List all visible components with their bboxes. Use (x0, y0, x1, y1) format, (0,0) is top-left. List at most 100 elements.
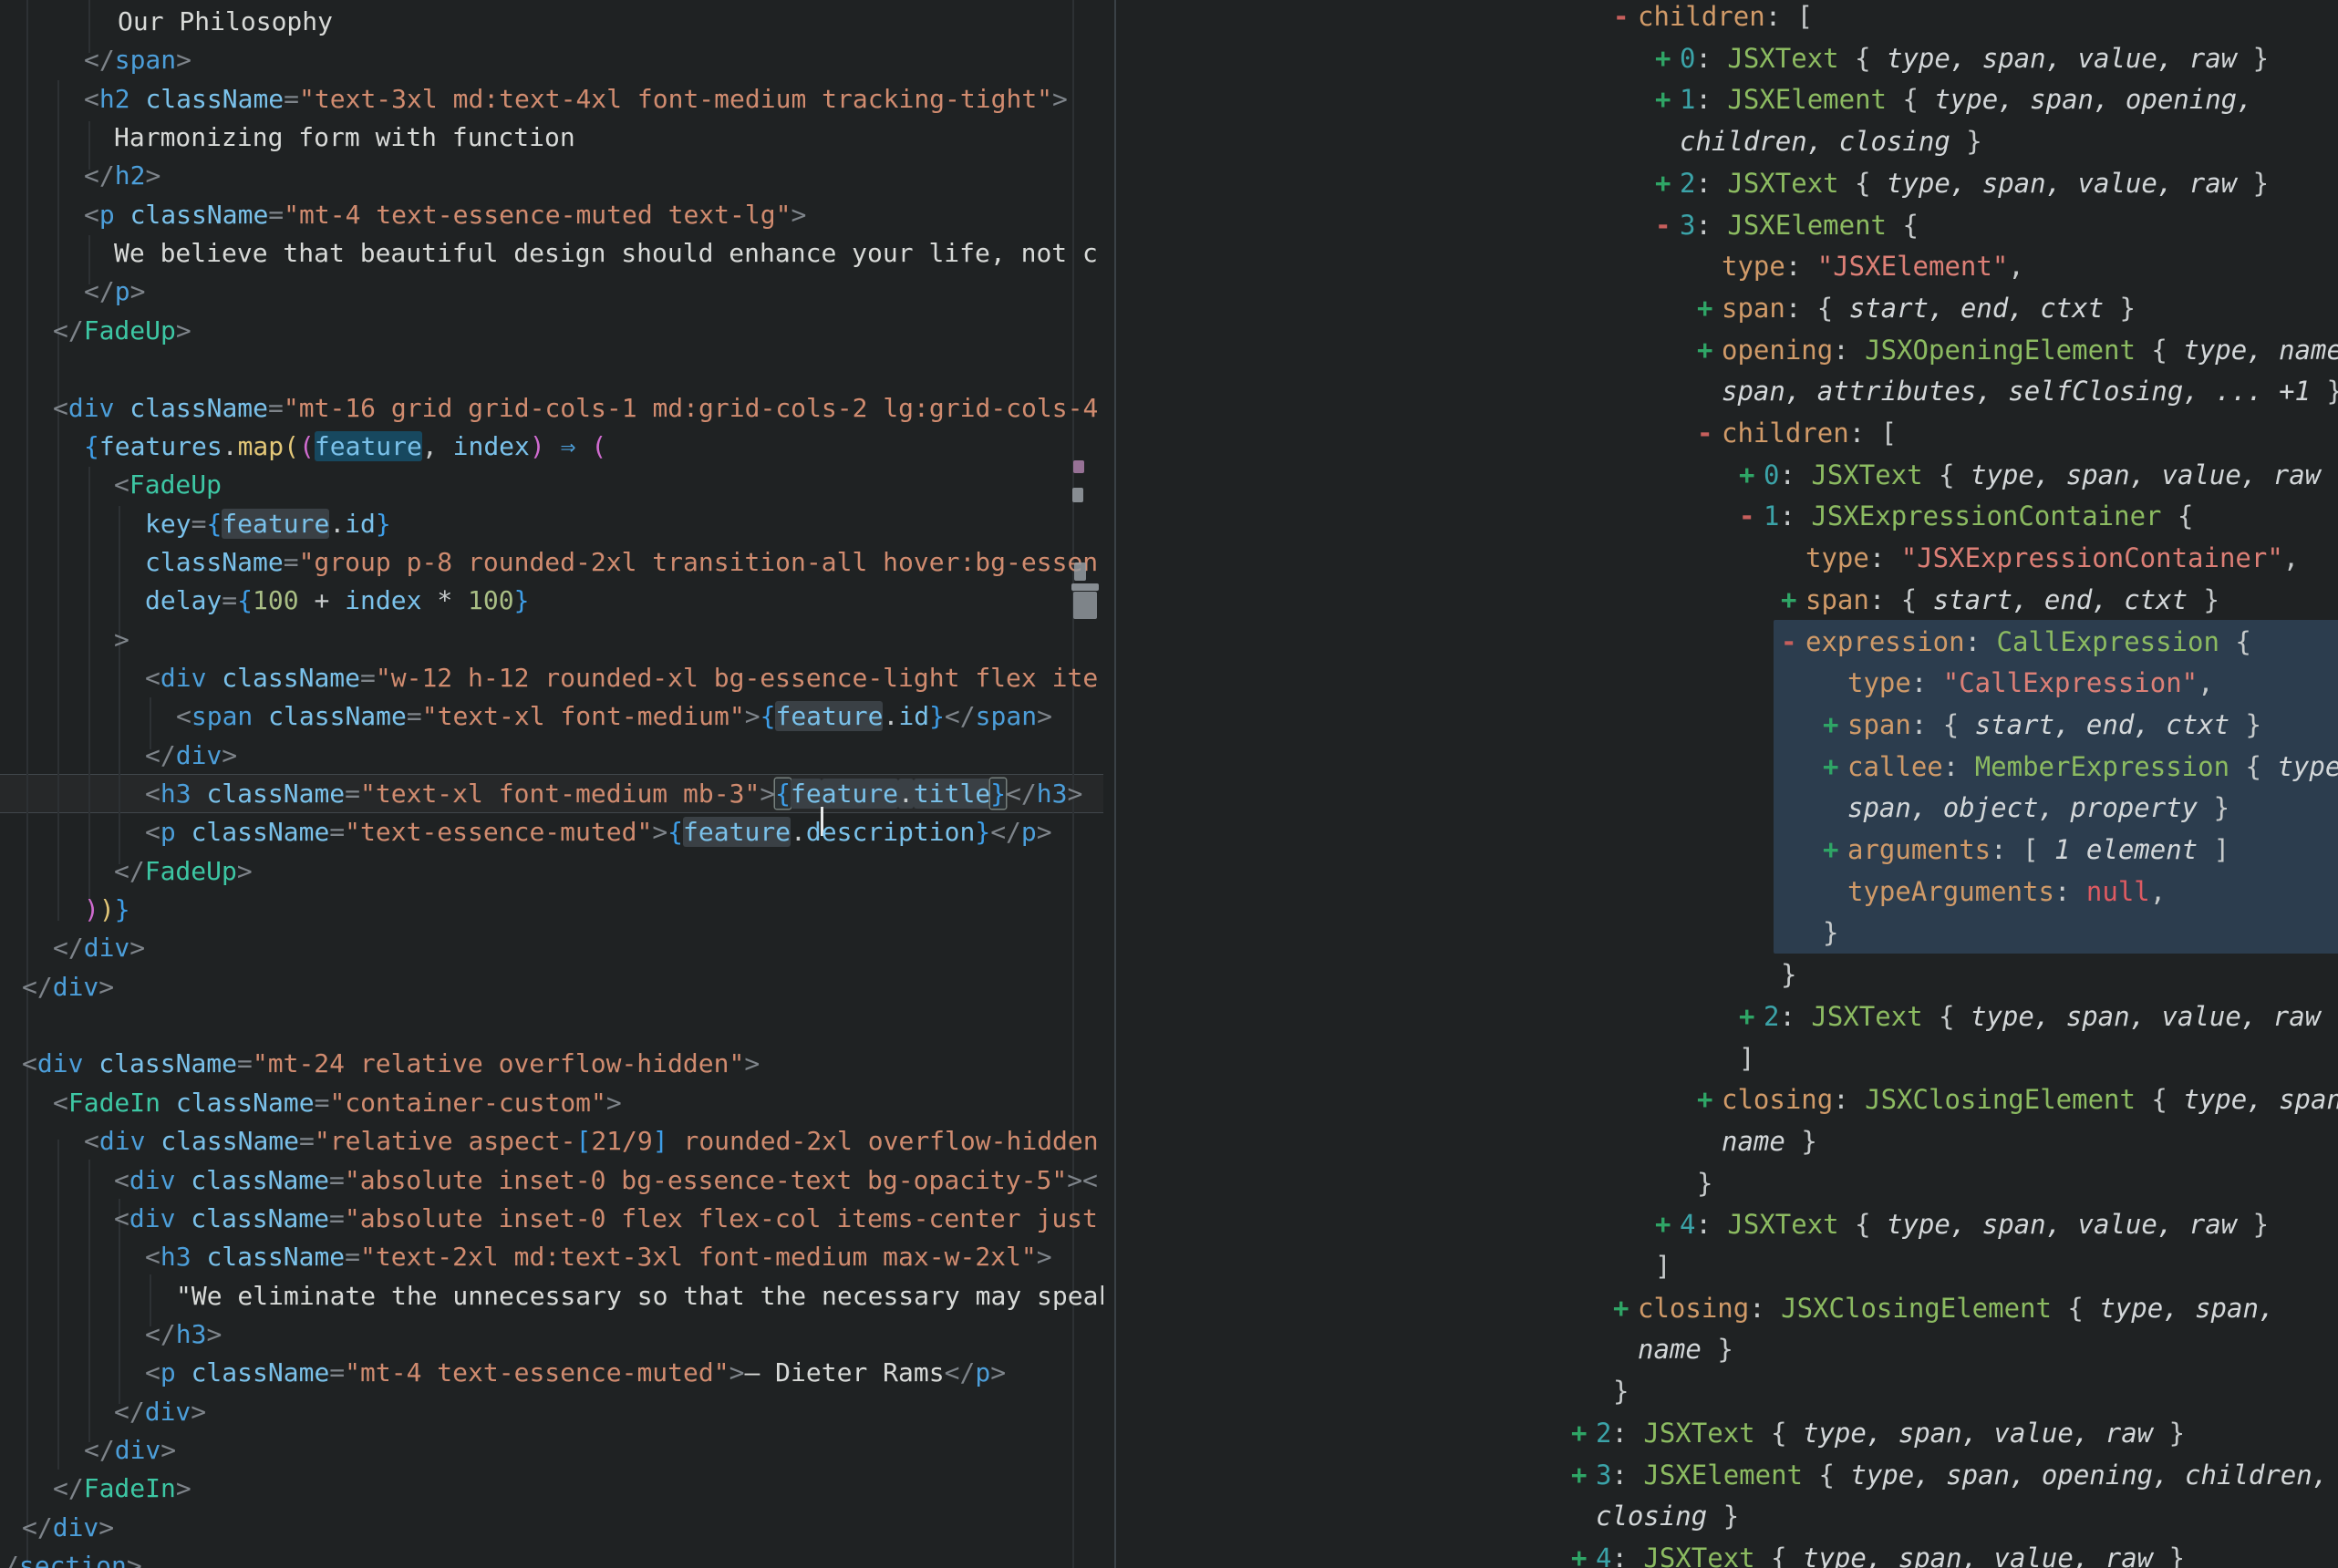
code-line[interactable]: <div className="absolute inset-0 bg-esse… (114, 1161, 1098, 1200)
code-line[interactable]: <p className="mt-4 text-essence-muted">—… (145, 1354, 1006, 1392)
expand-node-icon[interactable]: + (1655, 78, 1680, 120)
ast-tree-row[interactable]: +0: JSXText { type, span, value, raw } (1655, 37, 2269, 79)
code-line[interactable]: </div> (114, 1393, 206, 1431)
code-line[interactable]: We believe that beautiful design should … (114, 234, 1098, 273)
code-editor-pane[interactable]: Our Philosophy</span><h2 className="text… (0, 0, 1103, 1568)
ast-tree-row[interactable]: type: "CallExpression", (1847, 662, 2214, 704)
expand-node-icon[interactable]: + (1613, 1287, 1638, 1329)
code-line[interactable]: </FadeIn> (53, 1470, 191, 1508)
code-line[interactable]: <p className="mt-4 text-essence-muted te… (84, 196, 806, 234)
expand-node-icon[interactable]: + (1781, 579, 1805, 621)
ast-tree-row[interactable]: +closing: JSXClosingElement { type, span… (1697, 1078, 2338, 1120)
collapse-node-icon[interactable]: - (1655, 204, 1680, 246)
code-line[interactable]: <div className="mt-16 grid grid-cols-1 m… (53, 389, 1098, 428)
ast-tree-row[interactable]: type: "JSXExpressionContainer", (1805, 537, 2299, 579)
code-line[interactable]: ))} (84, 891, 130, 929)
code-line[interactable]: </div> (22, 968, 114, 1006)
ast-tree-row[interactable]: span, attributes, selfClosing, ... +1 } (1722, 370, 2338, 412)
ast-tree-row[interactable]: -children: [ (1697, 412, 1897, 454)
ast-tree-row[interactable]: +4: JSXText { type, span, value, raw } (1571, 1537, 2185, 1568)
ast-tree-row[interactable]: +2: JSXText { type, span, value, raw } (1655, 162, 2269, 204)
code-line[interactable]: </div> (84, 1431, 176, 1470)
ast-tree-row[interactable]: children, closing } (1680, 120, 1982, 162)
ast-tree-row[interactable]: +4: JSXText { type, span, value, raw } (1655, 1203, 2269, 1245)
collapse-node-icon[interactable]: - (1781, 621, 1805, 663)
ast-tree-row[interactable]: +span: { start, end, ctxt } (1823, 704, 2261, 746)
code-line[interactable]: > (114, 621, 129, 659)
expand-node-icon[interactable]: + (1571, 1454, 1596, 1496)
ast-tree-row[interactable]: } (1697, 1162, 1712, 1204)
expand-node-icon[interactable]: + (1823, 829, 1847, 871)
ast-tree-row[interactable]: +2: JSXText { type, span, value, raw } (1739, 995, 2338, 1037)
code-line[interactable]: <div className="relative aspect-[21/9] r… (84, 1122, 1099, 1161)
code-line[interactable]: </div> (53, 929, 145, 967)
expand-node-icon[interactable]: + (1739, 995, 1764, 1037)
ast-tree-row[interactable]: +closing: JSXClosingElement { type, span… (1613, 1287, 2274, 1329)
code-line[interactable]: <FadeUp (114, 466, 222, 504)
code-line[interactable]: </FadeUp> (114, 852, 253, 891)
code-line[interactable]: <h3 className="text-2xl md:text-3xl font… (145, 1238, 1052, 1276)
code-line[interactable]: key={feature.id} (145, 505, 391, 543)
ast-tree-row[interactable]: +span: { start, end, ctxt } (1781, 579, 2219, 621)
code-line[interactable]: <div className="w-12 h-12 rounded-xl bg-… (145, 659, 1098, 697)
code-line[interactable]: <div className="absolute inset-0 flex fl… (114, 1200, 1098, 1238)
code-line[interactable]: </p> (84, 273, 145, 311)
code-line[interactable]: /section> (4, 1547, 142, 1568)
code-line[interactable]: </h3> (145, 1315, 222, 1354)
ast-tree-row[interactable]: -3: JSXElement { (1655, 204, 1919, 246)
ast-tree-row[interactable]: } (1781, 954, 1796, 995)
ast-tree-row[interactable]: typeArguments: null, (1847, 871, 2166, 913)
expand-node-icon[interactable]: + (1655, 37, 1680, 79)
code-line[interactable]: </div> (22, 1509, 114, 1547)
collapse-node-icon[interactable]: - (1697, 412, 1722, 454)
code-line[interactable]: className="group p-8 rounded-2xl transit… (145, 543, 1098, 582)
code-line[interactable]: Our Philosophy (118, 3, 333, 41)
collapse-node-icon[interactable]: - (1613, 0, 1638, 37)
ast-tree-row[interactable]: ] (1739, 1037, 1754, 1079)
expand-node-icon[interactable]: + (1739, 454, 1764, 496)
ast-tree-row[interactable]: +opening: JSXOpeningElement { type, name… (1697, 329, 2338, 371)
code-line[interactable]: delay={100 + index * 100} (145, 582, 529, 620)
ast-tree-row[interactable]: +1: JSXElement { type, span, opening, (1655, 78, 2253, 120)
ast-tree-row[interactable]: } (1613, 1370, 1629, 1412)
ast-tree-row[interactable]: type: "JSXElement", (1722, 245, 2024, 287)
expand-node-icon[interactable]: + (1571, 1537, 1596, 1568)
expand-node-icon[interactable]: + (1571, 1412, 1596, 1454)
code-line[interactable]: </span> (84, 41, 191, 79)
ast-tree-row[interactable]: -expression: CallExpression { (1781, 621, 2251, 663)
code-line[interactable]: Harmonizing form with function (114, 119, 575, 157)
expand-node-icon[interactable]: + (1823, 704, 1847, 746)
code-line[interactable]: </FadeUp> (53, 312, 191, 350)
code-line[interactable]: <span className="text-xl font-medium">{f… (176, 697, 1052, 736)
expand-node-icon[interactable]: + (1697, 329, 1722, 371)
ast-tree-pane[interactable]: -children: [+0: JSXText { type, span, va… (1115, 0, 2338, 1568)
ast-tree-row[interactable]: name } (1638, 1328, 1733, 1370)
ast-tree-row[interactable]: +callee: MemberExpression { type, (1823, 746, 2338, 788)
ast-tree-row[interactable]: span, object, property } (1847, 787, 2229, 829)
code-line[interactable]: <p className="text-essence-muted">{featu… (145, 813, 1052, 851)
code-line[interactable]: <h3 className="text-xl font-medium mb-3"… (145, 775, 1082, 813)
code-line[interactable]: "We eliminate the unnecessary so that th… (176, 1277, 1103, 1315)
ast-tree-row[interactable]: closing } (1596, 1495, 1739, 1537)
ast-tree-row[interactable]: ] (1655, 1245, 1671, 1287)
ast-tree-row[interactable]: name } (1722, 1120, 1817, 1162)
expand-node-icon[interactable]: + (1697, 1078, 1722, 1120)
ast-tree-row[interactable]: -children: [ (1613, 0, 1813, 37)
ast-tree-row[interactable]: +0: JSXText { type, span, value, raw } (1739, 454, 2338, 496)
expand-node-icon[interactable]: + (1655, 1203, 1680, 1245)
expand-node-icon[interactable]: + (1697, 287, 1722, 329)
ast-tree-row[interactable]: -1: JSXExpressionContainer { (1739, 495, 2193, 537)
code-line[interactable]: </div> (145, 737, 237, 775)
ast-tree-row[interactable]: +2: JSXText { type, span, value, raw } (1571, 1412, 2185, 1454)
expand-node-icon[interactable]: + (1655, 162, 1680, 204)
code-line[interactable]: {features.map((feature, index) ⇒ ( (84, 428, 606, 466)
expand-node-icon[interactable]: + (1823, 746, 1847, 788)
code-line[interactable]: </h2> (84, 157, 160, 195)
ast-tree-row[interactable]: +3: JSXElement { type, span, opening, ch… (1571, 1454, 2328, 1496)
ast-tree-row[interactable]: +arguments: [ 1 element ] (1823, 829, 2229, 871)
ast-tree-row[interactable]: +span: { start, end, ctxt } (1697, 287, 2136, 329)
code-line[interactable]: <div className="mt-24 relative overflow-… (22, 1045, 760, 1083)
ast-tree-row[interactable]: } (1823, 912, 1838, 954)
code-line[interactable]: <FadeIn className="container-custom"> (53, 1084, 622, 1122)
collapse-node-icon[interactable]: - (1739, 495, 1764, 537)
